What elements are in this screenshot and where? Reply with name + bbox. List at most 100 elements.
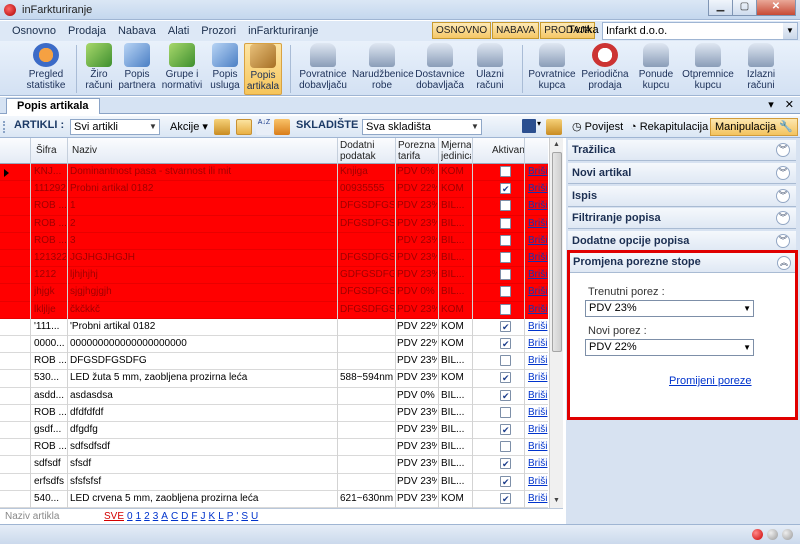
delete-link[interactable]: Briši — [528, 405, 547, 421]
ribbon-grupe-normativi[interactable]: Grupe i normativi — [160, 43, 204, 95]
header-aktivan[interactable]: Aktivan — [492, 145, 525, 156]
letter-filter-link[interactable]: A — [161, 511, 168, 522]
table-row[interactable]: lkljlje čkčkkč DFGSDFGSDFGPDV 23% KOM Briši — [0, 301, 548, 319]
letter-filter-link[interactable]: D — [181, 511, 188, 522]
menu-infarkturiranje[interactable]: inFarkturiranje — [242, 25, 324, 37]
ribbon-ponude-kupcu[interactable]: Ponude kupcu — [634, 43, 678, 95]
active-checkbox[interactable] — [500, 217, 511, 229]
row-selector[interactable] — [0, 319, 30, 336]
new-tax-select[interactable]: PDV 22% ▼ — [585, 339, 754, 356]
rekapitulacija-button[interactable]: ◔ Rekapitulacija — [628, 119, 710, 135]
table-row[interactable]: ROB ... 1 DFGSDFGSDFGPDV 23% BIL... Briši — [0, 198, 548, 216]
letter-filter-link[interactable]: ' — [236, 511, 238, 522]
table-row[interactable]: 0000... 000000000000000000000 PDV 22% KOM Br… — [0, 336, 548, 354]
chevron-down-icon[interactable]: ▾ — [537, 119, 541, 128]
row-selector[interactable] — [0, 439, 30, 456]
ribbon-pregled-statistike[interactable]: Pregled statistike — [22, 43, 70, 95]
delete-link[interactable]: Briši — [528, 456, 547, 472]
row-selector[interactable] — [0, 198, 30, 215]
row-selector[interactable] — [0, 267, 30, 284]
folder-key-icon[interactable] — [214, 119, 230, 135]
povijest-button[interactable]: ◷ Povijest — [570, 119, 625, 135]
chevron-down-icon[interactable]: ︾ — [776, 143, 790, 157]
row-selector[interactable] — [0, 216, 30, 233]
panel-dodatne-opcije[interactable]: Dodatne opcije popisa ︾ — [568, 231, 796, 252]
table-row[interactable]: ROB ... 3 PDV 23% BIL... Briši — [0, 232, 548, 250]
menu-prozori[interactable]: Prozori — [195, 25, 242, 37]
row-selector[interactable] — [0, 233, 30, 250]
active-checkbox[interactable] — [500, 181, 511, 197]
row-selector[interactable] — [0, 422, 30, 439]
chevron-down-icon[interactable]: ︾ — [776, 234, 790, 248]
delete-link[interactable]: Briši — [528, 302, 547, 318]
menu-osnovno[interactable]: Osnovno — [6, 25, 62, 37]
ribbon-ziro-racuni[interactable]: Žiro računi — [82, 43, 116, 95]
ribbon-popis-artikala[interactable]: Popis artikala — [244, 43, 282, 95]
company-select[interactable]: Infarkt d.o.o. ▼ — [602, 22, 798, 40]
row-selector[interactable] — [0, 284, 30, 301]
grid-scrollbar[interactable]: ▲ ▼ — [549, 138, 563, 508]
delete-link[interactable]: Briši — [528, 319, 547, 335]
header-porezna[interactable]: Porezna tarifa — [398, 140, 438, 162]
sort-icon[interactable] — [236, 119, 252, 135]
ribbon-izlazni-racuni[interactable]: Izlazni računi — [740, 43, 782, 95]
ribbon-povratnice-dobavljacu[interactable]: Povratnice dobavljaču — [294, 43, 352, 95]
active-checkbox[interactable] — [500, 355, 511, 367]
row-selector[interactable] — [0, 250, 30, 267]
delete-link[interactable]: Briši — [528, 439, 547, 455]
panel-novi-artikal[interactable]: Novi artikal ︾ — [568, 163, 796, 184]
row-selector[interactable] — [0, 405, 30, 422]
panel-ispis[interactable]: Ispis ︾ — [568, 186, 796, 207]
menu-alati[interactable]: Alati — [162, 25, 195, 37]
menu-nabava[interactable]: Nabava — [112, 25, 162, 37]
current-tax-select[interactable]: PDV 23% ▼ — [585, 300, 754, 317]
ribbon-popis-usluga[interactable]: Popis usluga — [208, 43, 242, 95]
chevron-up-icon[interactable]: ︽ — [777, 256, 791, 270]
tab-menu-icon[interactable]: ▾ — [768, 99, 774, 111]
mode-osnovno-button[interactable]: OSNOVNO — [432, 22, 492, 39]
header-mjerna[interactable]: Mjerna jedinica — [441, 140, 471, 162]
tab-close-icon[interactable]: ✕ — [785, 99, 794, 111]
close-button[interactable]: ✕ — [756, 0, 796, 16]
table-row[interactable]: 530... LED žuta 5 mm, zaobljena prozirna … — [0, 370, 548, 388]
row-selector[interactable] — [0, 370, 30, 387]
active-checkbox[interactable] — [500, 336, 511, 352]
delete-link[interactable]: Briši — [528, 370, 547, 386]
delete-link[interactable]: Briši — [528, 422, 547, 438]
filter-icon[interactable] — [274, 119, 290, 135]
row-selector[interactable] — [0, 336, 30, 353]
table-row[interactable]: erfsdfs sfsfsfsf PDV 23% BIL... Briši — [0, 474, 548, 491]
letter-filter-link[interactable]: F — [191, 511, 197, 522]
table-row[interactable]: KNJ... Dominantnost pasa - stvarnost ili … — [0, 164, 548, 182]
row-selector[interactable] — [0, 388, 30, 405]
letter-filter-link[interactable]: S — [241, 511, 248, 522]
letter-filter-link[interactable]: 3 — [153, 511, 159, 522]
active-checkbox[interactable] — [500, 388, 511, 404]
chevron-down-icon[interactable]: ︾ — [776, 211, 790, 225]
ribbon-otpremnice-kupcu[interactable]: Otpremnice kupcu — [680, 43, 736, 95]
table-row[interactable]: ROB ... DFGSDFGSDFG PDV 23% BIL... Briši — [0, 353, 548, 371]
row-selector[interactable] — [0, 164, 30, 181]
letter-filter-link[interactable]: L — [218, 511, 224, 522]
active-checkbox[interactable] — [500, 456, 511, 472]
delete-link[interactable]: Briši — [528, 388, 547, 404]
row-selector[interactable] — [0, 474, 30, 491]
active-checkbox[interactable] — [500, 234, 511, 246]
table-row[interactable]: '111... 'Probni artikal 0182 PDV 22% KOM Bri… — [0, 319, 548, 336]
table-row[interactable]: 111292 Probni artikal 0182 00935555 PDV 22%… — [0, 181, 548, 199]
table-row[interactable]: 121322 JGJHGJHGJH DFGSDFGSDFGPDV 23% BIL...… — [0, 250, 548, 268]
active-checkbox[interactable] — [500, 406, 511, 418]
letter-filter-link[interactable]: 1 — [136, 511, 142, 522]
tab-popis-artikala[interactable]: Popis artikala — [6, 98, 100, 114]
delete-link[interactable]: Briši — [528, 250, 547, 266]
row-selector[interactable] — [0, 181, 30, 198]
delete-link[interactable]: Briši — [528, 336, 547, 352]
mode-nabava-button[interactable]: NABAVA — [492, 22, 540, 39]
delete-link[interactable]: Briši — [528, 181, 547, 197]
delete-link[interactable]: Briši — [528, 474, 547, 490]
active-checkbox[interactable] — [500, 474, 511, 490]
chevron-down-icon[interactable]: ︾ — [776, 166, 790, 180]
panel-trazilica[interactable]: Tražilica ︾ — [568, 140, 796, 161]
ribbon-narudzbenice-robe[interactable]: Narudžbenice robe — [352, 43, 414, 95]
active-checkbox[interactable] — [500, 269, 511, 281]
